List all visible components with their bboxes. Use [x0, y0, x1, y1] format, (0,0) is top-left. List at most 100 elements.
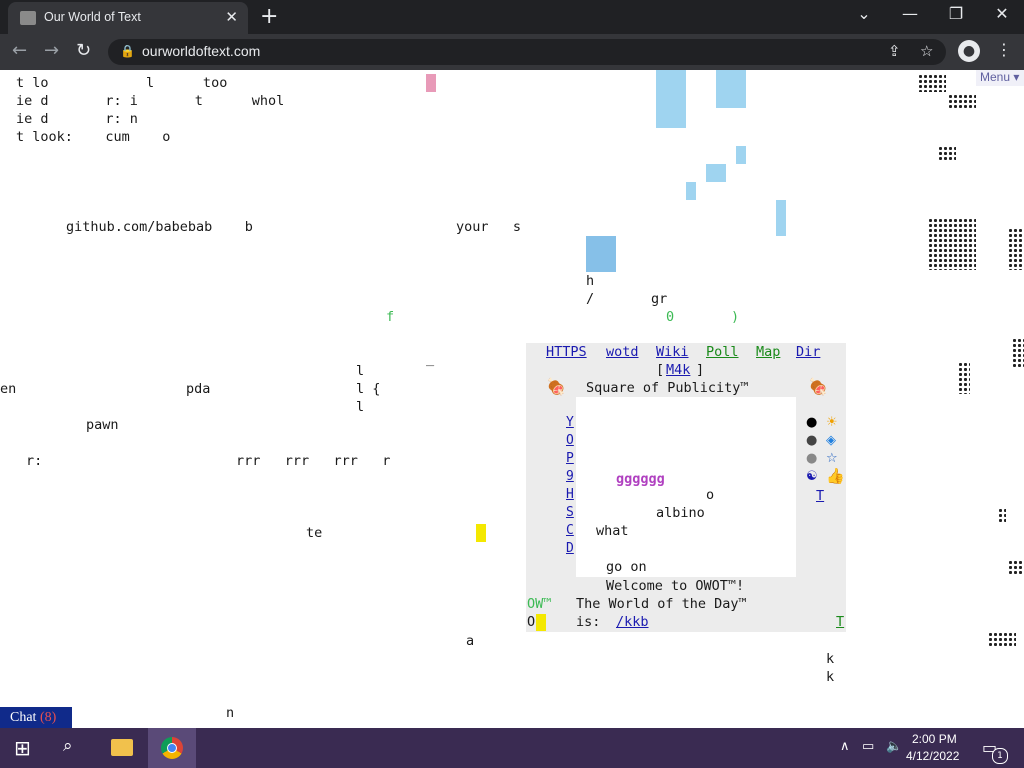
chat-button[interactable]: Chat (8)	[0, 707, 72, 728]
menu-button[interactable]: Menu ▾	[976, 70, 1024, 86]
https-link[interactable]: HTTPS	[546, 344, 587, 360]
publicity-canvas[interactable]: gggggg o albino what go on	[576, 397, 796, 577]
dot-pattern	[928, 218, 976, 270]
world-text: 0 )	[666, 309, 740, 325]
world-text: pda	[186, 381, 211, 397]
world-canvas[interactable]: Menu ▾ t lo l too ie d r: i t whol ie d …	[0, 70, 1024, 728]
right-t-link[interactable]: T	[836, 614, 844, 630]
pixel-art-block	[586, 236, 616, 272]
lock-icon[interactable]: 🔒	[120, 44, 135, 58]
ow-label: OW™	[527, 596, 552, 612]
diamond-icon[interactable]: ◈	[826, 433, 836, 448]
clock-date[interactable]: 4/12/2022	[906, 749, 959, 763]
side-link[interactable]: O	[566, 433, 574, 448]
side-link[interactable]: P	[566, 451, 574, 466]
tab-search-icon[interactable]: ⌄	[844, 4, 884, 23]
inner-text: gggggg	[616, 471, 665, 487]
world-text: l	[356, 363, 365, 379]
share-icon[interactable]: ⇪	[888, 42, 901, 60]
chat-unread-count: (8)	[39, 710, 57, 725]
sun-icon[interactable]: ☀	[826, 415, 838, 430]
black-dot-icon[interactable]: ●	[806, 415, 817, 430]
world-text: pawn	[86, 417, 119, 433]
network-icon[interactable]: ▭	[862, 739, 874, 754]
m4k-bracket-left: [	[656, 362, 665, 378]
search-icon[interactable]: ⌕	[63, 736, 73, 756]
world-text: github.com/babebab b	[66, 219, 253, 235]
dot-pattern	[958, 362, 970, 394]
browser-tab[interactable]: Our World of Text ✕	[8, 2, 248, 34]
dot-pattern	[1008, 228, 1024, 270]
bookmark-star-icon[interactable]: ☆	[920, 42, 933, 60]
inner-text: what	[596, 523, 629, 539]
world-text: r:	[26, 453, 43, 469]
m4k-bracket-right: ]	[696, 362, 705, 378]
wotd-link[interactable]: wotd	[606, 344, 639, 360]
dot-pattern	[1012, 338, 1024, 368]
world-text: l {	[356, 381, 381, 397]
new-tab-button[interactable]: +	[260, 4, 278, 29]
url-text[interactable]: ourworldoftext.com	[142, 43, 260, 59]
side-t-link[interactable]: T	[816, 488, 824, 504]
world-text: your s	[456, 219, 522, 235]
profile-avatar-icon[interactable]: ●	[958, 40, 980, 62]
world-text: te	[306, 525, 323, 541]
tab-title: Our World of Text	[44, 10, 141, 24]
close-window-button[interactable]: ✕	[982, 4, 1022, 23]
volume-icon[interactable]: 🔈	[886, 739, 902, 754]
chrome-taskbar-button[interactable]	[148, 728, 196, 768]
browser-menu-icon[interactable]: ⋮	[996, 40, 1012, 59]
meat-icon-right[interactable]: 🍖	[808, 377, 828, 396]
restore-button[interactable]: ❐	[936, 4, 976, 23]
inner-text: go on	[606, 559, 647, 575]
pixel-art-block	[426, 74, 436, 92]
m4k-link[interactable]: M4k	[666, 362, 690, 378]
side-link[interactable]: Y	[566, 415, 574, 430]
welcome-text: Welcome to OWOT™!	[606, 578, 745, 594]
dir-link[interactable]: Dir	[796, 344, 820, 360]
map-link[interactable]: Map	[756, 344, 780, 360]
square-title: Square of Publicity™	[586, 380, 749, 396]
clock-time[interactable]: 2:00 PM	[912, 732, 957, 746]
back-arrow-icon[interactable]: ←	[12, 40, 27, 61]
dot-pattern	[948, 94, 976, 108]
minimize-button[interactable]: —	[890, 4, 930, 23]
reload-icon[interactable]: ↻	[76, 40, 91, 61]
highlight-block	[476, 524, 486, 542]
yin-yang-icon[interactable]: ☯	[806, 469, 818, 484]
show-hidden-icons[interactable]: ∧	[840, 739, 850, 754]
inner-text: albino	[656, 505, 705, 521]
browser-toolbar: ← → ↻ 🔒 ourworldoftext.com ⇪ ☆ ● ⋮	[0, 34, 1024, 70]
world-text: / gr	[586, 291, 668, 307]
side-link[interactable]: C	[566, 523, 574, 538]
pixel-art-block	[656, 70, 686, 128]
side-link[interactable]: H	[566, 487, 574, 502]
inner-text: o	[706, 487, 715, 503]
dark-dot-icon[interactable]: ●	[806, 433, 817, 448]
tab-close-icon[interactable]: ✕	[225, 8, 238, 26]
world-text: k	[826, 651, 835, 667]
world-text: k	[826, 669, 835, 685]
wiki-link[interactable]: Wiki	[656, 344, 689, 360]
file-explorer-icon[interactable]	[111, 739, 133, 756]
gray-dot-icon[interactable]: ●	[806, 451, 817, 466]
chrome-icon	[161, 737, 183, 759]
side-link[interactable]: D	[566, 541, 574, 556]
site-favicon-icon	[20, 11, 36, 25]
windows-start-icon[interactable]: ⊞	[14, 736, 31, 760]
address-bar[interactable]: 🔒 ourworldoftext.com ⇪ ☆	[108, 39, 946, 65]
world-text: t lo l too	[16, 75, 228, 91]
star-icon[interactable]: ☆	[826, 451, 838, 466]
poll-link[interactable]: Poll	[706, 344, 739, 360]
forward-arrow-icon[interactable]: →	[44, 40, 59, 61]
side-link[interactable]: 9	[566, 469, 574, 484]
world-text: en	[0, 381, 17, 397]
side-link[interactable]: S	[566, 505, 574, 520]
wotd-world-link[interactable]: /kkb	[616, 614, 649, 630]
cursor-block	[536, 614, 546, 631]
pixel-art-block	[706, 164, 726, 182]
world-text: f	[386, 309, 395, 325]
meat-icon[interactable]: 🍖	[546, 377, 566, 396]
world-text: ie d r: i t whol	[16, 93, 285, 109]
thumbs-up-icon[interactable]: 👍	[826, 467, 845, 485]
